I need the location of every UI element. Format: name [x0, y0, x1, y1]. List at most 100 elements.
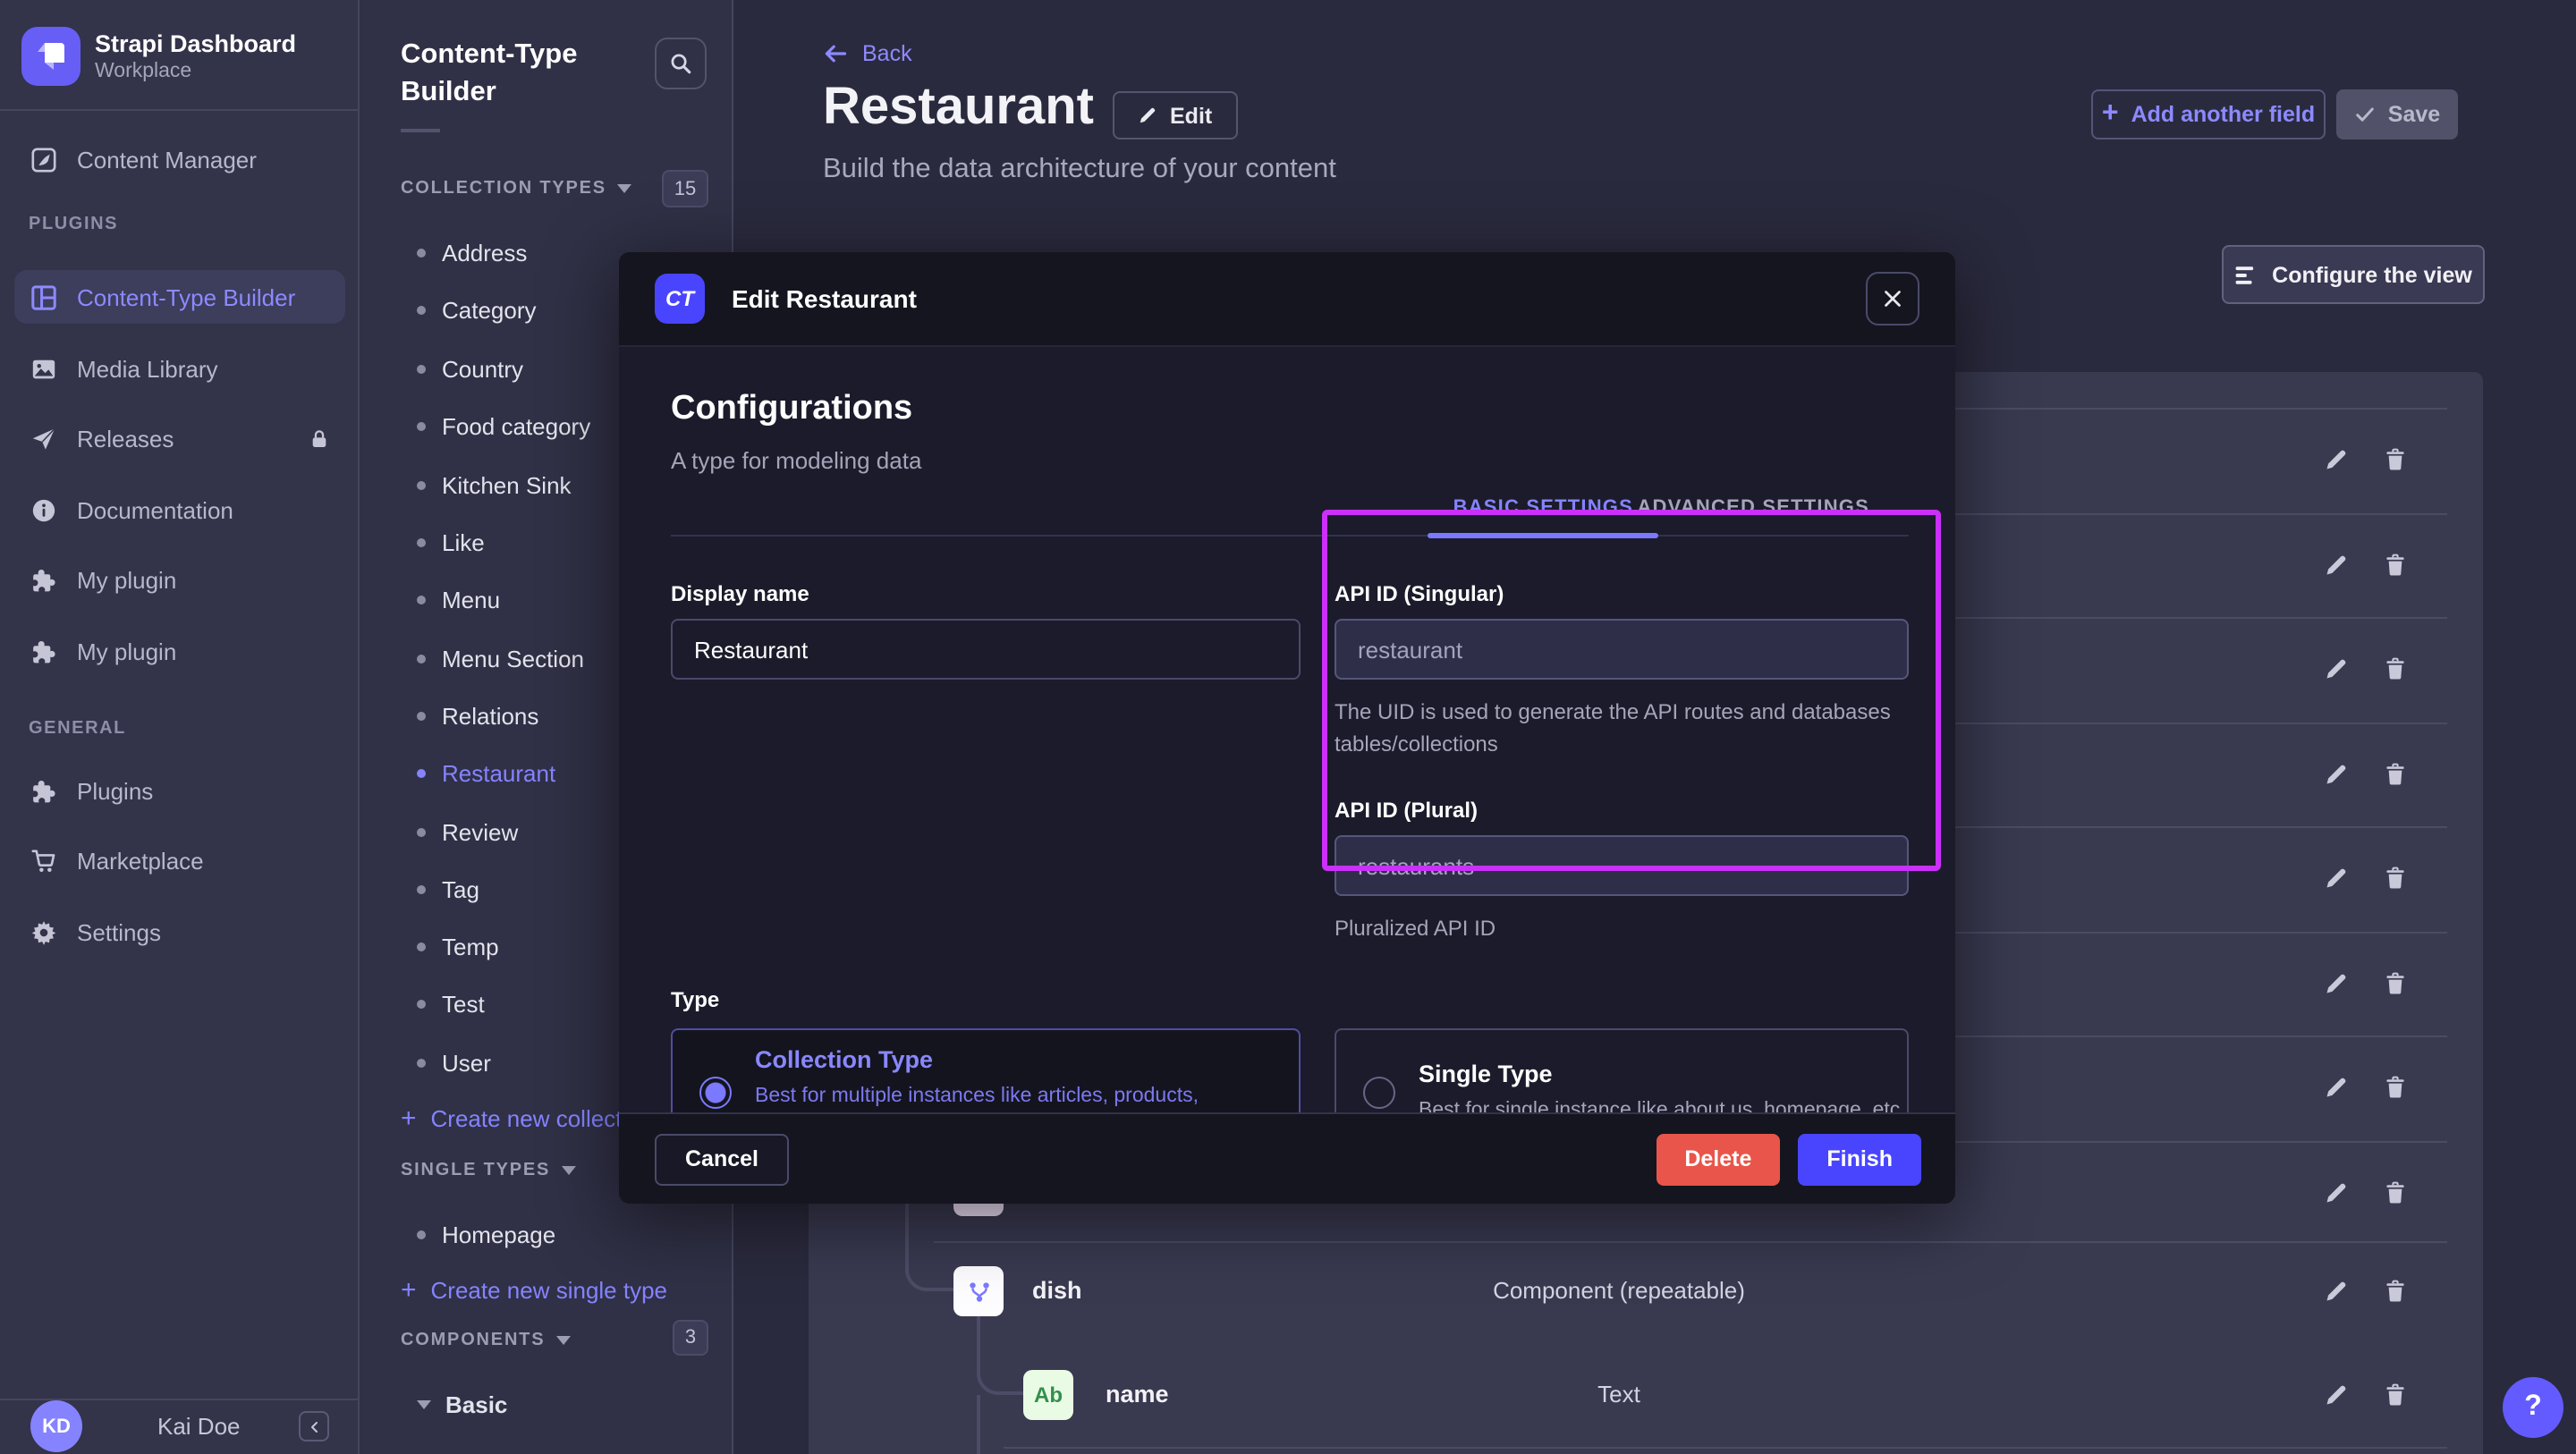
workspace-brand: Strapi Dashboard Workplace	[21, 27, 296, 86]
configure-view-button[interactable]: Configure the view	[2222, 245, 2485, 304]
finish-button[interactable]: Finish	[1798, 1133, 1921, 1185]
sidebar-item-content-type-builder[interactable]: Content-Type Builder	[14, 270, 345, 324]
modal-title: Edit Restaurant	[732, 284, 917, 313]
field-type: Text	[1261, 1381, 1977, 1408]
edit-field-button[interactable]	[2315, 753, 2358, 796]
sidebar-item-label: My plugin	[77, 566, 176, 593]
edit-field-button[interactable]	[2315, 544, 2358, 587]
pencil-icon	[2324, 1180, 2349, 1205]
delete-field-button[interactable]	[2374, 438, 2417, 481]
edit-field-button[interactable]	[2315, 438, 2358, 481]
pencil-icon	[2324, 1279, 2349, 1304]
sidebar-item-media-library[interactable]: Media Library	[14, 342, 345, 395]
sidebar-item-marketplace[interactable]: Marketplace	[14, 833, 345, 887]
content-type-badge: CT	[655, 274, 705, 324]
app-window: Strapi Dashboard Workplace Content Manag…	[0, 0, 2576, 1454]
api-id-singular-input[interactable]	[1335, 619, 1909, 680]
sidebar-item-releases[interactable]: Releases	[14, 411, 345, 465]
edit-field-button[interactable]	[2315, 962, 2358, 1005]
edit-field-button[interactable]	[2315, 1066, 2358, 1109]
tab-advanced-settings[interactable]: ADVANCED SETTINGS	[1612, 481, 1894, 535]
cancel-button[interactable]: Cancel	[655, 1133, 789, 1185]
sidebar-item-label: Media Library	[77, 355, 218, 382]
search-button[interactable]	[655, 38, 707, 89]
delete-field-button[interactable]	[2374, 1270, 2417, 1313]
trash-icon	[2383, 447, 2408, 472]
delete-button[interactable]: Delete	[1656, 1133, 1780, 1185]
trash-icon	[2383, 1382, 2408, 1408]
row-actions	[2315, 1270, 2417, 1313]
text-field-icon: Ab	[1023, 1370, 1073, 1420]
edit-button[interactable]: Edit	[1113, 91, 1237, 139]
plus-icon: +	[2102, 100, 2119, 129]
row-actions	[2315, 857, 2417, 900]
api-id-plural-label: API ID (Plural)	[1335, 798, 1909, 823]
info-icon	[29, 495, 57, 524]
radio-selected-icon[interactable]	[699, 1077, 732, 1109]
tree-connector	[977, 1316, 1023, 1395]
sidebar-item-label: Documentation	[77, 496, 233, 523]
create-single-type-link[interactable]: + Create new single type	[360, 1270, 733, 1309]
components-heading[interactable]: COMPONENTS	[401, 1331, 570, 1350]
delete-field-button[interactable]	[2374, 1171, 2417, 1214]
sidebar-item-my-plugin-2[interactable]: My plugin	[14, 624, 345, 678]
configurations-header: Configurations A type for modeling data …	[671, 347, 1909, 537]
pencil-icon	[2324, 971, 2349, 996]
back-link[interactable]: Back	[823, 41, 912, 66]
add-another-field-button[interactable]: + Add another field	[2091, 89, 2326, 139]
display-name-group: Display name	[671, 581, 1301, 944]
delete-field-button[interactable]	[2374, 753, 2417, 796]
radio-unselected-icon[interactable]	[1363, 1077, 1395, 1109]
collection-types-heading[interactable]: COLLECTION TYPES	[401, 179, 631, 199]
page-subtitle: Build the data architecture of your cont…	[823, 154, 1336, 186]
pencil-icon	[2324, 656, 2349, 681]
media-library-icon	[29, 354, 57, 383]
close-modal-button[interactable]	[1866, 272, 1919, 325]
single-item-homepage[interactable]: Homepage	[360, 1214, 733, 1254]
sidebar-item-my-plugin-1[interactable]: My plugin	[14, 553, 345, 606]
lock-icon	[308, 427, 331, 450]
sidebar-item-documentation[interactable]: Documentation	[14, 483, 345, 537]
sidebar-item-settings[interactable]: Settings	[14, 905, 345, 959]
component-item-basic[interactable]: Basic	[360, 1384, 733, 1424]
components-count: 3	[673, 1320, 708, 1356]
delete-field-button[interactable]	[2374, 857, 2417, 900]
api-id-group: API ID (Singular) The UID is used to gen…	[1335, 581, 1909, 944]
delete-field-button[interactable]	[2374, 1374, 2417, 1416]
collapse-sidebar-button[interactable]	[299, 1411, 329, 1441]
pencil-icon	[2324, 447, 2349, 472]
edit-field-button[interactable]	[2315, 1270, 2358, 1313]
row-actions	[2315, 962, 2417, 1005]
save-button[interactable]: Save	[2336, 89, 2458, 139]
component-field-icon	[953, 1266, 1004, 1316]
sidebar-item-plugins[interactable]: Plugins	[14, 764, 345, 817]
modal-footer: Cancel Delete Finish	[619, 1112, 1955, 1204]
row-actions	[2315, 1066, 2417, 1109]
trash-icon	[2383, 656, 2408, 681]
edit-field-button[interactable]	[2315, 1374, 2358, 1416]
delete-field-button[interactable]	[2374, 962, 2417, 1005]
api-id-plural-input[interactable]	[1335, 835, 1909, 896]
row-actions	[2315, 544, 2417, 587]
delete-field-button[interactable]	[2374, 544, 2417, 587]
single-type-title: Single Type	[1419, 1061, 1906, 1087]
edit-field-button[interactable]	[2315, 1171, 2358, 1214]
trash-icon	[2383, 1075, 2408, 1100]
trash-icon	[2383, 553, 2408, 578]
help-button[interactable]: ?	[2503, 1377, 2563, 1438]
panel-title: Content-Type Builder	[401, 36, 633, 111]
delete-field-button[interactable]	[2374, 1066, 2417, 1109]
pencil-icon	[2324, 1382, 2349, 1408]
edit-field-button[interactable]	[2315, 857, 2358, 900]
sidebar-item-content-manager[interactable]: Content Manager	[14, 132, 345, 186]
puzzle-icon	[29, 776, 57, 805]
display-name-input[interactable]	[671, 619, 1301, 680]
single-types-heading[interactable]: SINGLE TYPES	[401, 1161, 575, 1180]
edit-field-button[interactable]	[2315, 647, 2358, 690]
trash-icon	[2383, 971, 2408, 996]
sidebar-item-label: Content Manager	[77, 146, 257, 173]
user-avatar[interactable]: KD	[30, 1400, 82, 1452]
delete-field-button[interactable]	[2374, 647, 2417, 690]
workspace-title: Strapi Dashboard	[95, 28, 296, 58]
pencil-icon	[2324, 762, 2349, 787]
